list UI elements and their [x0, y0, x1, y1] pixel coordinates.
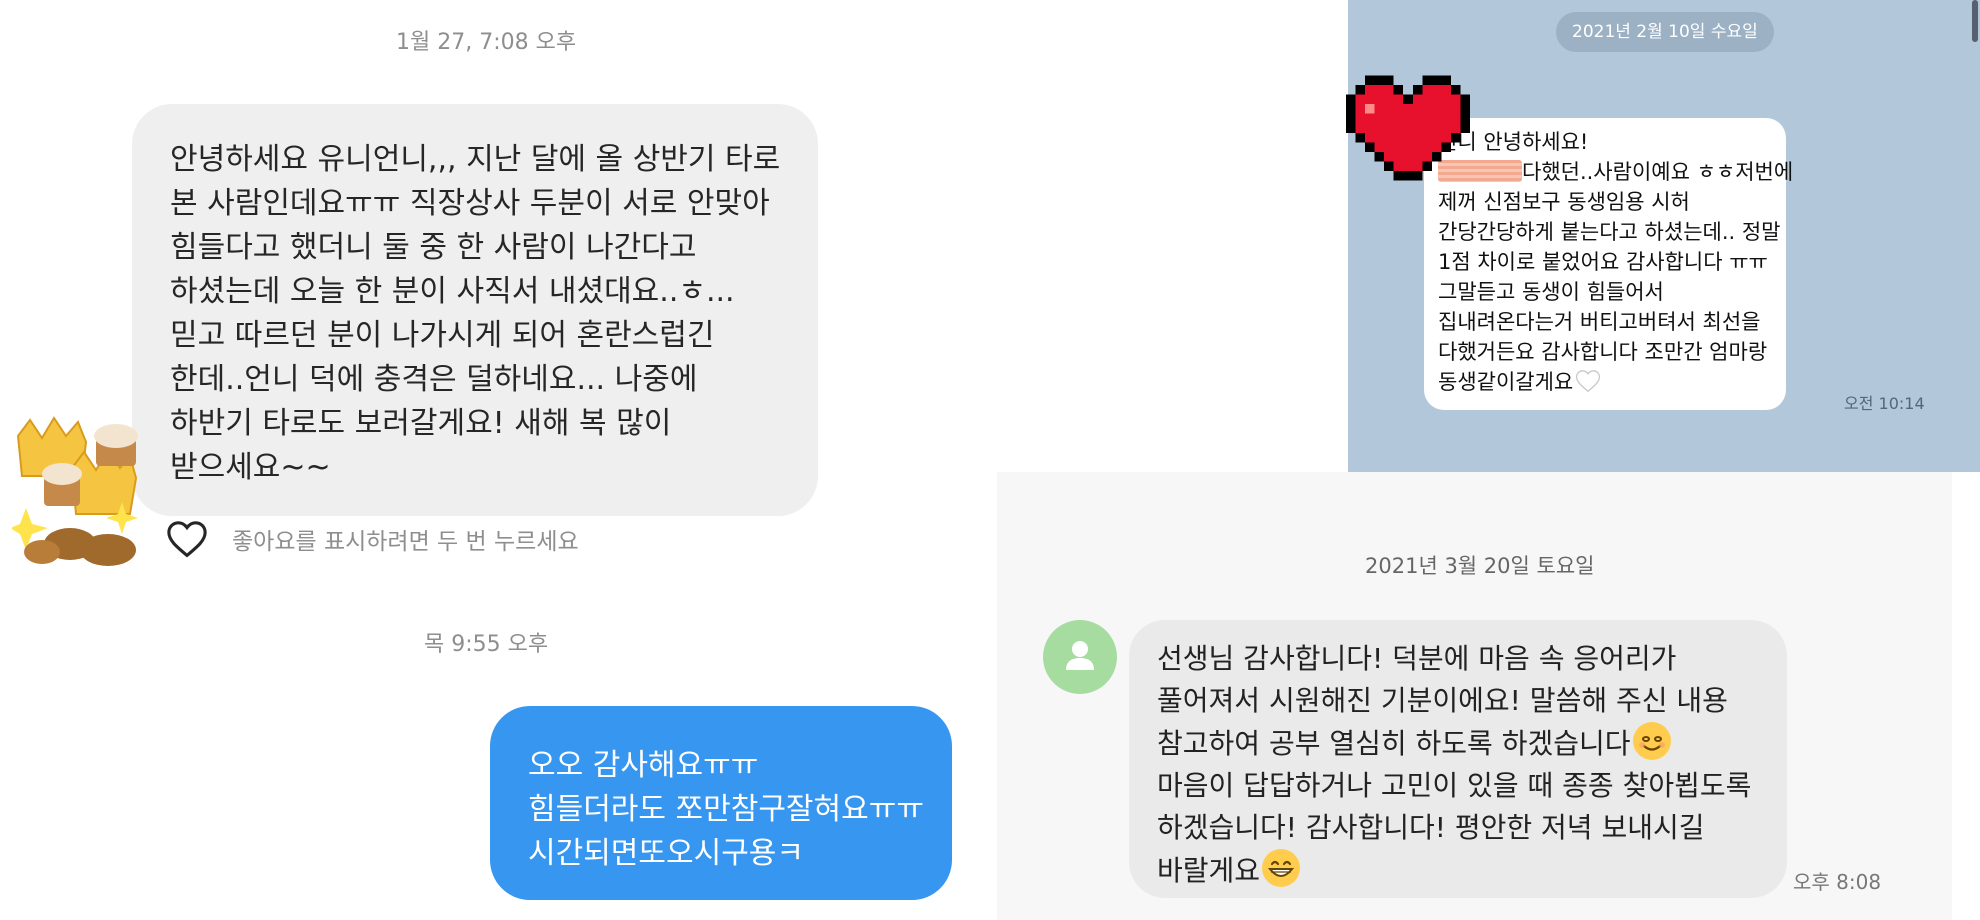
incoming-message-bubble[interactable]: 선생님 감사합니다! 덕분에 마음 속 응어리가 풀어져서 시원해진 기분이에요…: [1129, 620, 1787, 898]
message-line: 하셨는데 오늘 한 분이 사직서 내셨대요..ㅎ...: [170, 274, 735, 309]
message-line: 다했거든요 감사합니다 조만간 엄마랑: [1438, 340, 1768, 364]
message-line: 믿고 따르던 분이 나가시게 되어 혼란스럽긴: [170, 318, 715, 353]
message-timestamp: 오전 10:14: [1844, 394, 1925, 413]
message-line: 오오 감사해요ㅠㅠ: [528, 748, 759, 783]
message-line: 언니 안녕하세요!: [1438, 130, 1589, 154]
message-line: 다했던..사람이예요 ㅎㅎ저번에: [1438, 157, 1793, 187]
pixel-heart-sticker: [1346, 75, 1470, 181]
message-line: 받으세요~~: [170, 450, 331, 485]
message-line: 하반기 타로도 보러갈게요! 새해 복 많이: [170, 406, 672, 441]
message-line: 시간되면또오시구용ㅋ: [528, 836, 804, 871]
like-hint: 좋아요를 표시하려면 두 번 누르세요: [232, 529, 579, 555]
message-line: 힘들다고 했더니 둘 중 한 사람이 나간다고: [170, 230, 697, 265]
message-line: 제꺼 신점보구 동생임용 시허: [1438, 190, 1690, 214]
message-line: 동생같이갈게요: [1438, 367, 1776, 397]
message-line: 간당간당하게 붙는다고 하셨는데.. 정말: [1438, 220, 1781, 244]
message-line: 바랄게요: [1157, 849, 1767, 892]
message-timestamp: 1월 27, 7:08 오후: [396, 30, 577, 55]
message-line: 참고하여 공부 열심히 하도록 하겠습니다: [1157, 722, 1767, 765]
avatar[interactable]: [1043, 620, 1117, 694]
message-timestamp: 목 9:55 오후: [424, 632, 549, 657]
date-divider: 2021년 3월 20일 토요일: [1365, 554, 1595, 578]
like-row: 좋아요를 표시하려면 두 번 누르세요: [166, 520, 579, 558]
crown-cupcake-sticker: [12, 416, 138, 566]
message-line: 한데..언니 덕에 충격은 덜하네요... 나중에: [170, 362, 698, 397]
message-timestamp: 오후 8:08: [1793, 870, 1882, 894]
message-line: 본 사람인데요ㅠㅠ 직장상사 두분이 서로 안맞아: [170, 186, 770, 221]
message-line: 안녕하세요 유니언니,,, 지난 달에 올 상반기 타로: [170, 142, 781, 177]
person-icon: [1066, 641, 1094, 670]
sms-chat-panel: 2021년 3월 20일 토요일 선생님 감사합니다! 덕분에 마음 속 응어리…: [997, 472, 1952, 920]
kakaotalk-chat-panel: 2021년 2월 10일 수요일 언니 안녕하세요! 다했던..사람이예요 ㅎㅎ…: [1346, 0, 1980, 472]
date-divider: 2021년 2월 10일 수요일: [1556, 12, 1774, 52]
message-line: 선생님 감사합니다! 덕분에 마음 속 응어리가: [1157, 642, 1677, 675]
message-line: 풀어져서 시원해진 기분이에요! 말씀해 주신 내용: [1157, 684, 1728, 717]
message-line: 하겠습니다! 감사합니다! 평안한 저녁 보내시길: [1157, 811, 1705, 844]
message-line: 힘들더라도 쪼만참구잘혀요ㅠㅠ: [528, 792, 924, 827]
white-heart-emoji: [1576, 370, 1601, 393]
scrollbar[interactable]: [1972, 0, 1978, 42]
message-line: 1점 차이로 붙었어요 감사합니다 ㅠㅠ: [1438, 250, 1768, 274]
smiling-face-emoji: [1632, 722, 1671, 760]
message-line: 그말듣고 동생이 힘들어서: [1438, 280, 1664, 304]
incoming-message-bubble[interactable]: 언니 안녕하세요! 다했던..사람이예요 ㅎㅎ저번에 제꺼 신점보구 동생임용 …: [1424, 118, 1793, 410]
message-line: 집내려온다는거 버티고버텨서 최선을: [1438, 310, 1761, 334]
heart-icon[interactable]: [166, 520, 208, 558]
instagram-dm-panel: 1월 27, 7:08 오후 안녕하세요 유니언니,,, 지난 달에 올 상반기…: [0, 0, 960, 920]
grinning-face-emoji: [1262, 849, 1301, 887]
message-line: 마음이 답답하거나 고민이 있을 때 종종 찾아뵙도록: [1157, 769, 1752, 802]
incoming-message-bubble[interactable]: 안녕하세요 유니언니,,, 지난 달에 올 상반기 타로 본 사람인데요ㅠㅠ 직…: [132, 104, 818, 516]
outgoing-message-bubble[interactable]: 오오 감사해요ㅠㅠ 힘들더라도 쪼만참구잘혀요ㅠㅠ 시간되면또오시구용ㅋ: [490, 706, 952, 900]
